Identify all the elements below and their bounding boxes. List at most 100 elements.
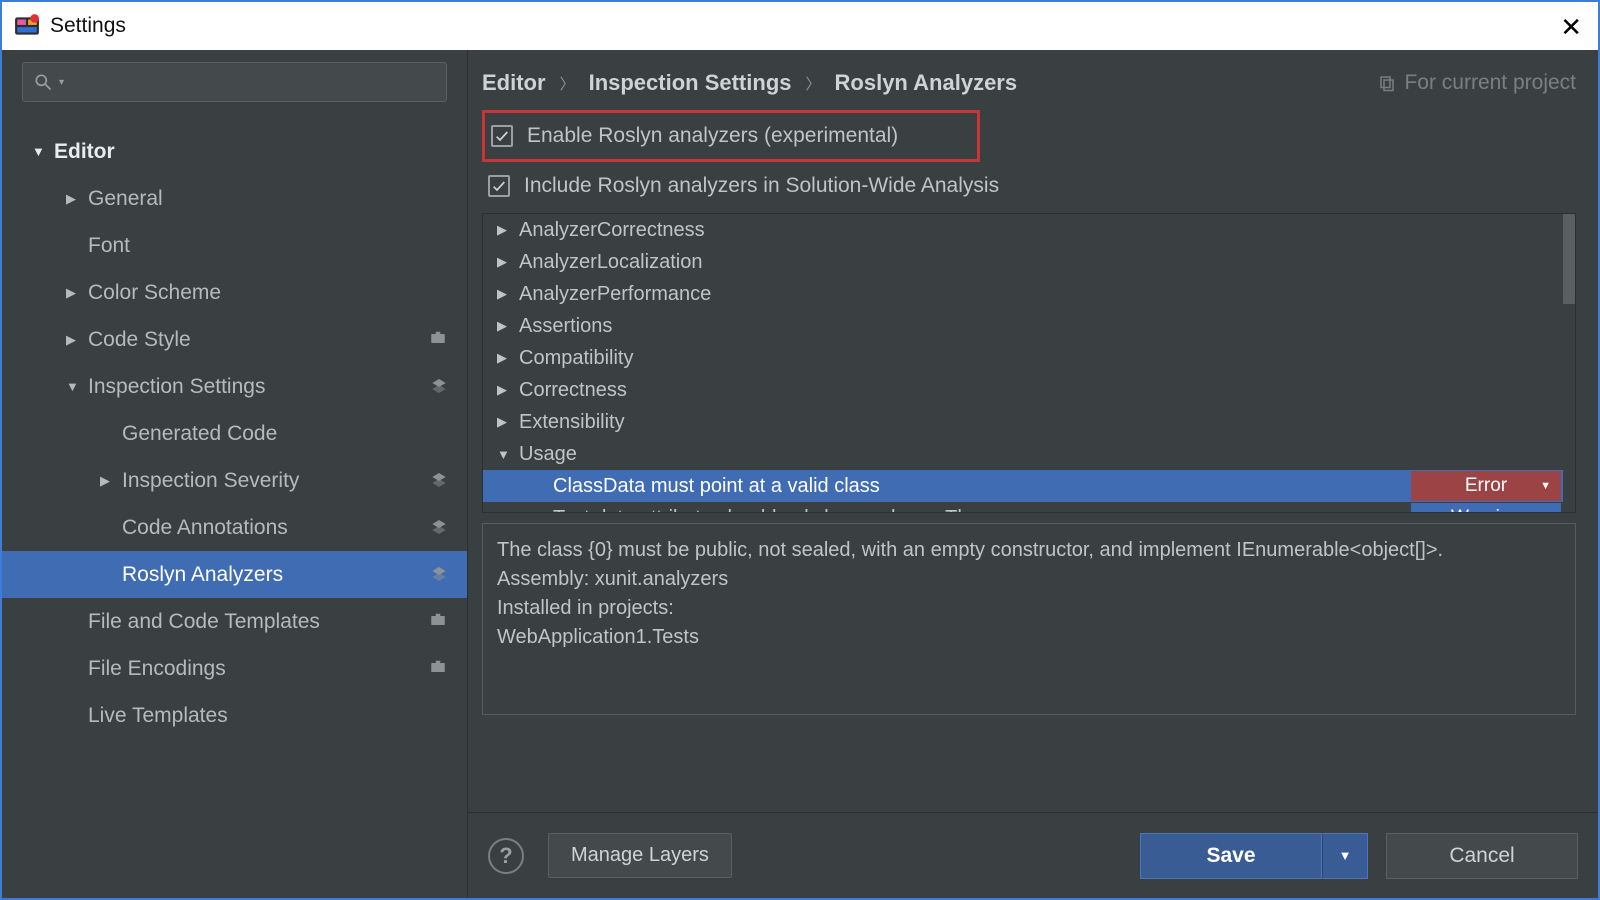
sidebar-item[interactable]: ▶General xyxy=(2,175,467,222)
tree-arrow-icon: ▶ xyxy=(497,286,519,302)
sidebar-item-label: Font xyxy=(88,234,447,258)
tree-arrow-icon: ▶ xyxy=(100,473,122,489)
sidebar-item[interactable]: Roslyn Analyzers xyxy=(2,551,467,598)
tree-arrow-icon: ▼ xyxy=(66,379,88,394)
sidebar-item[interactable]: ▼Inspection Settings xyxy=(2,363,467,410)
briefcase-icon xyxy=(429,328,447,352)
search-icon xyxy=(33,72,53,92)
checkbox-checked-icon xyxy=(488,175,510,197)
chevron-down-icon: ▼ xyxy=(1540,480,1551,492)
main-panel: Editor 〉 Inspection Settings 〉 Roslyn An… xyxy=(468,50,1598,898)
tree-arrow-icon: ▶ xyxy=(497,414,519,430)
tree-arrow-icon: ▶ xyxy=(497,350,519,366)
cancel-button[interactable]: Cancel xyxy=(1386,833,1578,879)
sidebar-item[interactable]: ▼Editor xyxy=(2,128,467,175)
sidebar-item-label: Inspection Severity xyxy=(122,469,431,493)
analyzer-label: Compatibility xyxy=(519,347,633,370)
breadcrumb-inspection-settings[interactable]: Inspection Settings xyxy=(589,70,792,96)
analyzer-label: ClassData must point at a valid class xyxy=(553,475,880,498)
enable-roslyn-checkbox[interactable]: Enable Roslyn analyzers (experimental) xyxy=(482,110,980,162)
chevron-down-icon: ▾ xyxy=(59,77,64,88)
layers-icon xyxy=(431,469,447,493)
analyzer-row[interactable]: ▶Compatibility xyxy=(483,342,1575,374)
layers-icon xyxy=(431,375,447,399)
analyzer-label: Assertions xyxy=(519,315,612,338)
analyzer-label: Correctness xyxy=(519,379,627,402)
sidebar-item-label: File Encodings xyxy=(88,657,429,681)
titlebar: Settings ✕ xyxy=(2,2,1598,50)
scrollbar-thumb[interactable] xyxy=(1563,214,1575,304)
sidebar-item-label: Code Annotations xyxy=(122,516,431,540)
sidebar-item[interactable]: File and Code Templates xyxy=(2,598,467,645)
close-icon[interactable]: ✕ xyxy=(1554,10,1588,44)
analyzer-label: AnalyzerPerformance xyxy=(519,283,711,306)
breadcrumb-editor[interactable]: Editor xyxy=(482,70,546,96)
sidebar-item[interactable]: Generated Code xyxy=(2,410,467,457)
sidebar-item-label: Generated Code xyxy=(122,422,447,446)
tree-arrow-icon: ▶ xyxy=(497,382,519,398)
save-dropdown-button[interactable]: ▼ xyxy=(1322,833,1368,879)
analyzer-label: AnalyzerLocalization xyxy=(519,251,702,274)
sidebar-item-label: Code Style xyxy=(88,328,429,352)
analyzer-label: Extensibility xyxy=(519,411,625,434)
tree-arrow-icon: ▶ xyxy=(66,191,88,207)
analyzer-row[interactable]: ▶AnalyzerCorrectness xyxy=(483,214,1575,246)
briefcase-icon xyxy=(429,610,447,634)
search-input[interactable]: ▾ xyxy=(22,62,447,102)
tree-arrow-icon: ▼ xyxy=(32,144,54,159)
sidebar-item[interactable]: ▶Code Style xyxy=(2,316,467,363)
include-swa-checkbox[interactable]: Include Roslyn analyzers in Solution-Wid… xyxy=(482,165,1576,207)
tree-arrow-icon: ▼ xyxy=(497,447,519,462)
analyzer-label: Test data attribute should only be used … xyxy=(553,507,1007,514)
layers-icon xyxy=(431,563,447,587)
chevron-down-icon: ▼ xyxy=(1540,512,1551,513)
sidebar-item[interactable]: File Encodings xyxy=(2,645,467,692)
scope-label: For current project xyxy=(1378,71,1576,95)
briefcase-icon xyxy=(429,657,447,681)
sidebar-item-label: General xyxy=(88,187,447,211)
sidebar: ▾ ▼Editor▶GeneralFont▶Color Scheme▶Code … xyxy=(2,50,468,898)
breadcrumb: Editor 〉 Inspection Settings 〉 Roslyn An… xyxy=(482,70,1576,110)
chevron-right-icon: 〉 xyxy=(560,73,575,94)
help-button[interactable]: ? xyxy=(488,838,524,874)
analyzer-row[interactable]: ▶Assertions xyxy=(483,310,1575,342)
analyzer-label: AnalyzerCorrectness xyxy=(519,219,705,242)
sidebar-item[interactable]: Code Annotations xyxy=(2,504,467,551)
sidebar-item[interactable]: Font xyxy=(2,222,467,269)
severity-dropdown[interactable]: Warning▼ xyxy=(1411,503,1561,513)
analyzer-row[interactable]: ▶AnalyzerPerformance xyxy=(483,278,1575,310)
include-swa-label: Include Roslyn analyzers in Solution-Wid… xyxy=(524,174,999,198)
analyzer-row[interactable]: ▶Correctness xyxy=(483,374,1575,406)
copy-icon xyxy=(1378,74,1396,92)
sidebar-item-label: Inspection Settings xyxy=(88,375,431,399)
analyzer-row[interactable]: ▶Extensibility xyxy=(483,406,1575,438)
chevron-right-icon: 〉 xyxy=(806,73,821,94)
analyzer-row[interactable]: Test data attribute should only be used … xyxy=(483,502,1575,513)
sidebar-item-label: File and Code Templates xyxy=(88,610,429,634)
analyzer-tree: ▶AnalyzerCorrectness▶AnalyzerLocalizatio… xyxy=(482,213,1576,513)
analyzer-row[interactable]: ▶AnalyzerLocalization xyxy=(483,246,1575,278)
enable-roslyn-label: Enable Roslyn analyzers (experimental) xyxy=(527,124,898,148)
analyzer-row[interactable]: ClassData must point at a valid class Err… xyxy=(483,470,1575,502)
sidebar-item[interactable]: ▶Inspection Severity xyxy=(2,457,467,504)
app-logo-icon xyxy=(14,13,40,39)
save-button[interactable]: Save xyxy=(1140,833,1322,879)
bottom-bar: ? Manage Layers Save ▼ Cancel xyxy=(468,812,1598,898)
sidebar-item[interactable]: ▶Color Scheme xyxy=(2,269,467,316)
analyzer-row[interactable]: ▼Usage xyxy=(483,438,1575,470)
sidebar-item-label: Color Scheme xyxy=(88,281,447,305)
sidebar-item[interactable]: Live Templates xyxy=(2,692,467,739)
tree-arrow-icon: ▶ xyxy=(497,222,519,238)
tree-arrow-icon: ▶ xyxy=(497,318,519,334)
tree-arrow-icon: ▶ xyxy=(66,332,88,348)
window-title: Settings xyxy=(50,14,126,38)
breadcrumb-roslyn-analyzers: Roslyn Analyzers xyxy=(835,70,1018,96)
checkbox-checked-icon xyxy=(491,125,513,147)
severity-dropdown[interactable]: Error▼ xyxy=(1411,471,1561,501)
sidebar-item-label: Live Templates xyxy=(88,704,447,728)
tree-arrow-icon: ▶ xyxy=(497,254,519,270)
manage-layers-button[interactable]: Manage Layers xyxy=(548,833,732,878)
tree-arrow-icon: ▶ xyxy=(66,285,88,301)
inspection-description: The class {0} must be public, not sealed… xyxy=(482,523,1576,715)
sidebar-item-label: Roslyn Analyzers xyxy=(122,563,431,587)
